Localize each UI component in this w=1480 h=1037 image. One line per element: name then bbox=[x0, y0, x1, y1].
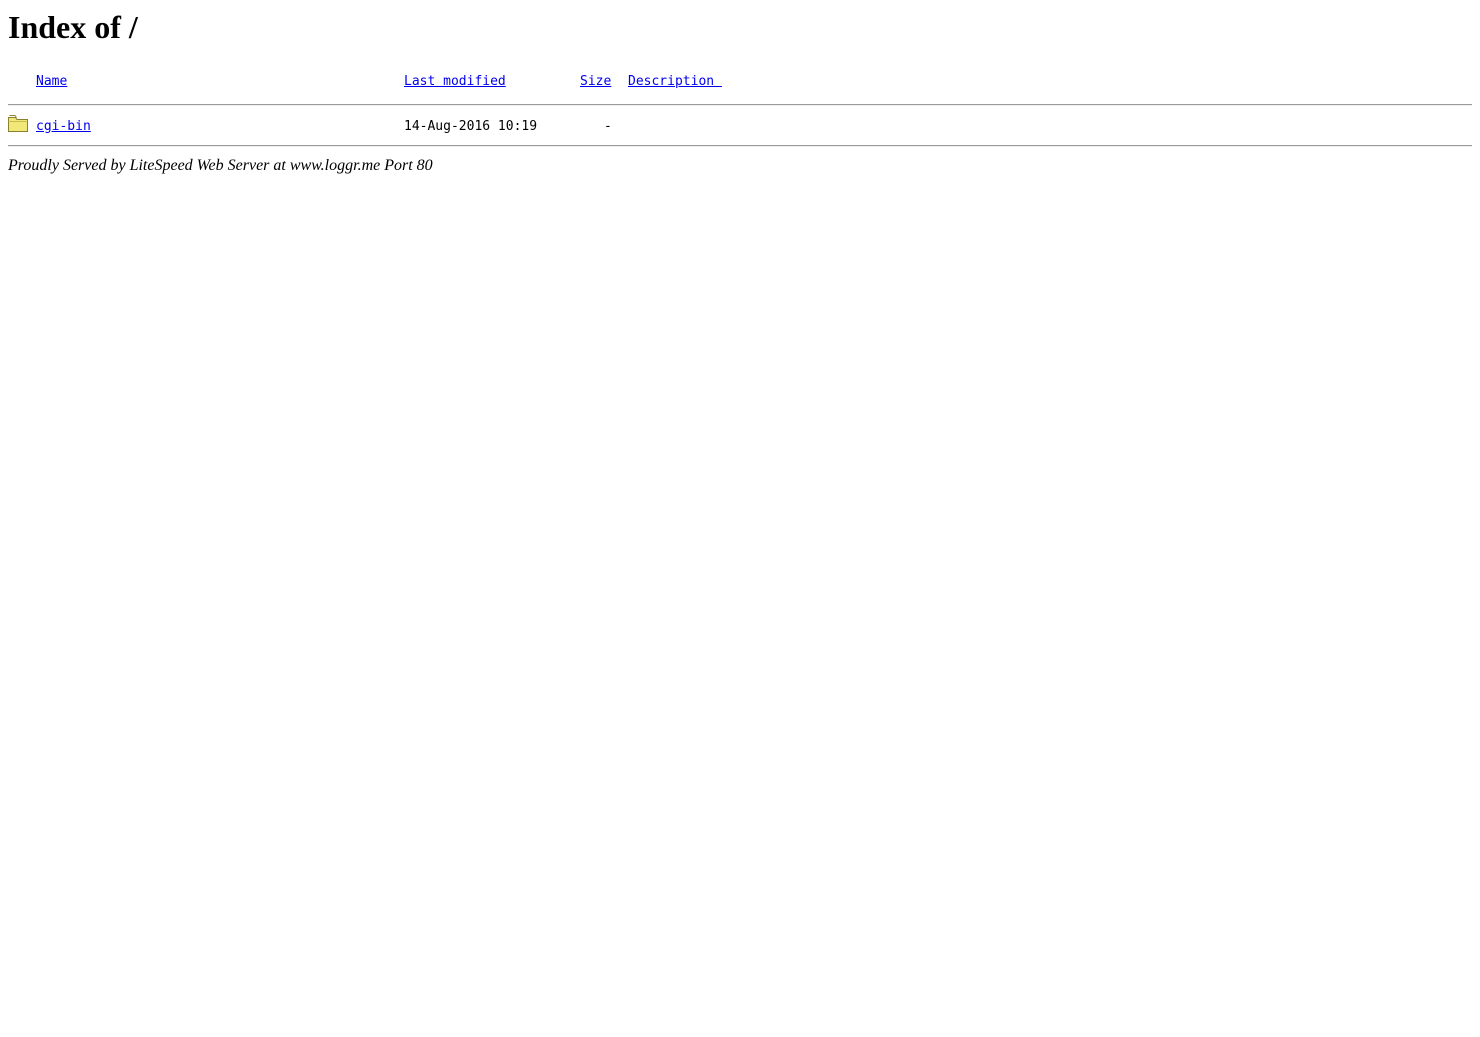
header-divider bbox=[8, 104, 1472, 106]
sort-by-name-link[interactable]: Name bbox=[36, 74, 67, 90]
page-title: Index of / bbox=[8, 9, 138, 45]
folder-icon bbox=[8, 115, 28, 132]
entry-name-link[interactable]: cgi-bin bbox=[36, 119, 91, 135]
footer-divider bbox=[8, 145, 1472, 147]
sort-by-description-link[interactable]: Description bbox=[628, 74, 722, 90]
listing-row: cgi-bin 14-Aug-2016 10:19 - bbox=[8, 115, 1472, 135]
entry-size: - bbox=[604, 119, 612, 134]
sort-by-size-link[interactable]: Size bbox=[580, 74, 611, 90]
listing-header: Name Last modified Size Description bbox=[8, 74, 1472, 90]
sort-by-last-modified-link[interactable]: Last modified bbox=[404, 74, 506, 90]
entry-last-modified: 14-Aug-2016 10:19 bbox=[404, 119, 538, 134]
directory-listing: Name Last modified Size Description cgi-… bbox=[8, 74, 1472, 147]
server-signature: Proudly Served by LiteSpeed Web Server a… bbox=[8, 157, 433, 174]
